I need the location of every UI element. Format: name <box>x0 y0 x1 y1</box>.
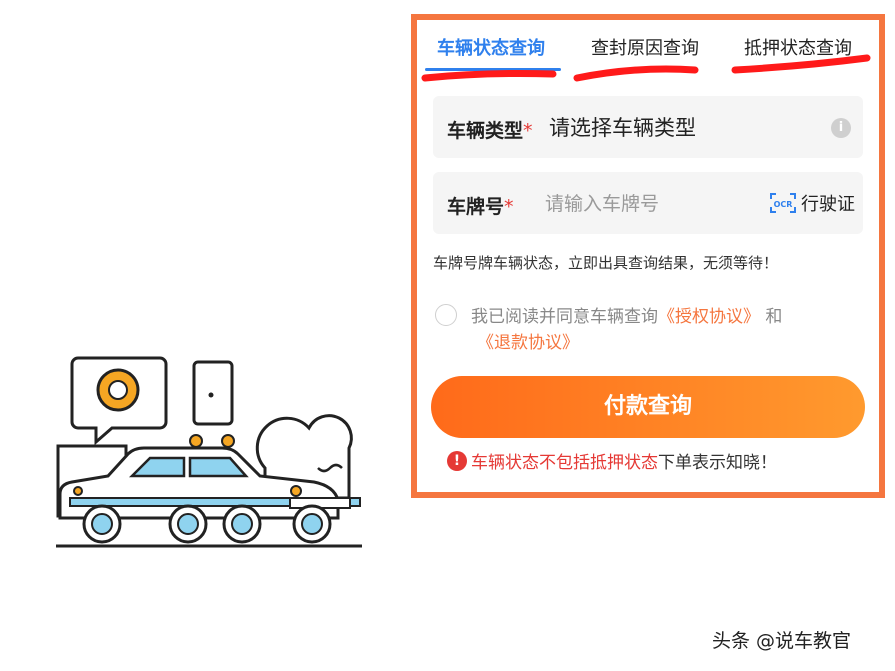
tab-mortgage-status[interactable]: 抵押状态查询 <box>744 34 852 60</box>
required-mark: * <box>504 196 514 218</box>
watermark: 头条 @说车教官 <box>712 630 852 652</box>
agreement-text-line2: 《退款协议》 <box>477 328 579 353</box>
plate-label: 车牌号* <box>447 196 514 218</box>
ocr-license-button[interactable]: OCR 行驶证 <box>769 190 855 216</box>
vehicle-type-select[interactable]: 车辆类型* 请选择车辆类型 i <box>433 96 863 158</box>
active-tab-indicator <box>425 68 561 71</box>
hint-text: 车牌号牌车辆状态，立即出具查询结果，无须等待！ <box>433 254 779 272</box>
vehicle-type-label: 车辆类型* <box>447 120 533 142</box>
agreement-radio[interactable] <box>435 304 457 326</box>
info-icon[interactable]: i <box>831 118 851 138</box>
auth-agreement-link[interactable]: 《授权协议》 <box>658 307 760 327</box>
svg-text:OCR: OCR <box>774 200 793 209</box>
agreement-text: 我已阅读并同意车辆查询《授权协议》 和 <box>471 307 783 327</box>
tab-seizure-reason[interactable]: 查封原因查询 <box>591 34 699 60</box>
refund-agreement-link[interactable]: 《退款协议》 <box>477 333 579 353</box>
notice-dark-text: 下单表示知晓！ <box>658 453 777 473</box>
car-illustration <box>56 356 362 548</box>
plate-input[interactable] <box>543 187 757 221</box>
warning-icon: ! <box>447 450 467 471</box>
notice-red-text: 车辆状态不包括抵押状态 <box>471 453 658 473</box>
vehicle-type-value: 请选择车辆类型 <box>549 116 696 140</box>
plate-field: 车牌号* OCR 行驶证 <box>433 172 863 234</box>
tab-vehicle-status[interactable]: 车辆状态查询 <box>437 34 545 60</box>
pay-query-button[interactable]: 付款查询 <box>431 376 865 438</box>
ocr-label: 行驶证 <box>801 194 855 215</box>
screen: 车辆状态查询 查封原因查询 抵押状态查询 车辆类型* 请选择车辆类型 i 车牌号… <box>0 0 895 671</box>
required-mark: * <box>523 120 533 142</box>
tab-bar: 车辆状态查询 查封原因查询 抵押状态查询 <box>417 20 879 84</box>
query-panel: 车辆状态查询 查封原因查询 抵押状态查询 车辆类型* 请选择车辆类型 i 车牌号… <box>411 14 885 498</box>
notice: ! 车辆状态不包括抵押状态 下单表示知晓！ <box>447 448 777 473</box>
ocr-scan-icon: OCR <box>770 193 796 213</box>
